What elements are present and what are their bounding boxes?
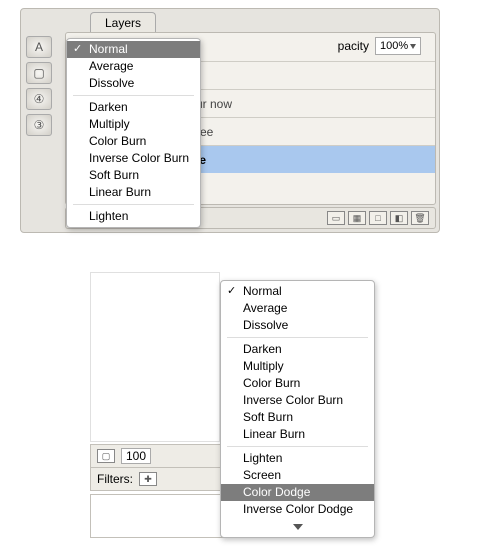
menu-item-inverse-color-dodge[interactable]: Inverse Color Dodge (221, 501, 374, 518)
tool-strip: A ▢ ④ ③ (20, 32, 58, 232)
opacity-value: 100% (380, 40, 408, 52)
menu-item-color-burn[interactable]: Color Burn (221, 375, 374, 392)
thumb-icon[interactable]: ▢ (97, 449, 115, 463)
folder-icon[interactable]: □ (369, 211, 387, 225)
tool-icon[interactable]: ▢ (26, 62, 52, 84)
blend-mode-menu[interactable]: Normal Average Dissolve Darken Multiply … (220, 280, 375, 538)
tool-icon[interactable]: ③ (26, 114, 52, 136)
preview-pane (90, 272, 220, 442)
add-filter-icon[interactable]: ✚ (139, 472, 157, 486)
menu-item-average[interactable]: Average (67, 58, 200, 75)
menu-item-multiply[interactable]: Multiply (67, 116, 200, 133)
menu-item-normal[interactable]: Normal (221, 283, 374, 300)
menu-item-inverse-color-burn[interactable]: Inverse Color Burn (221, 392, 374, 409)
menu-item-soft-burn[interactable]: Soft Burn (221, 409, 374, 426)
filters-list (90, 494, 235, 538)
size-value[interactable]: 100 (121, 448, 151, 464)
menu-item-multiply[interactable]: Multiply (221, 358, 374, 375)
chevron-down-icon (293, 524, 303, 530)
menu-separator (73, 95, 194, 96)
menu-item-soft-burn[interactable]: Soft Burn (67, 167, 200, 184)
tab-layers[interactable]: Layers (90, 12, 156, 32)
menu-separator (227, 337, 368, 338)
menu-item-lighten[interactable]: Lighten (221, 450, 374, 467)
menu-item-screen[interactable]: Screen (221, 467, 374, 484)
menu-separator (73, 204, 194, 205)
tool-icon[interactable]: ④ (26, 88, 52, 110)
opacity-field[interactable]: 100% (375, 37, 421, 55)
chevron-down-icon (410, 44, 416, 49)
adjust-icon[interactable]: ◧ (390, 211, 408, 225)
opacity-label: pacity (338, 39, 369, 53)
menu-item-linear-burn[interactable]: Linear Burn (221, 426, 374, 443)
menu-item-color-burn[interactable]: Color Burn (67, 133, 200, 150)
mask-icon[interactable]: ▦ (348, 211, 366, 225)
filters-row: Filters: ✚ (90, 467, 235, 491)
new-layer-icon[interactable]: ▭ (327, 211, 345, 225)
menu-scroll-down[interactable] (221, 518, 374, 535)
filters-label: Filters: (97, 472, 133, 486)
menu-item-average[interactable]: Average (221, 300, 374, 317)
menu-separator (227, 446, 368, 447)
menu-item-inverse-color-burn[interactable]: Inverse Color Burn (67, 150, 200, 167)
menu-item-dissolve[interactable]: Dissolve (67, 75, 200, 92)
menu-item-color-dodge[interactable]: Color Dodge (221, 484, 374, 501)
blend-mode-menu[interactable]: Normal Average Dissolve Darken Multiply … (66, 38, 201, 228)
trash-icon[interactable]: 🗑 (411, 211, 429, 225)
size-row: ▢ 100 (90, 444, 235, 468)
menu-item-darken[interactable]: Darken (67, 99, 200, 116)
menu-item-linear-burn[interactable]: Linear Burn (67, 184, 200, 201)
menu-item-dissolve[interactable]: Dissolve (221, 317, 374, 334)
menu-item-lighten[interactable]: Lighten (67, 208, 200, 225)
tool-icon[interactable]: A (26, 36, 52, 58)
menu-item-darken[interactable]: Darken (221, 341, 374, 358)
menu-item-normal[interactable]: Normal (67, 41, 200, 58)
